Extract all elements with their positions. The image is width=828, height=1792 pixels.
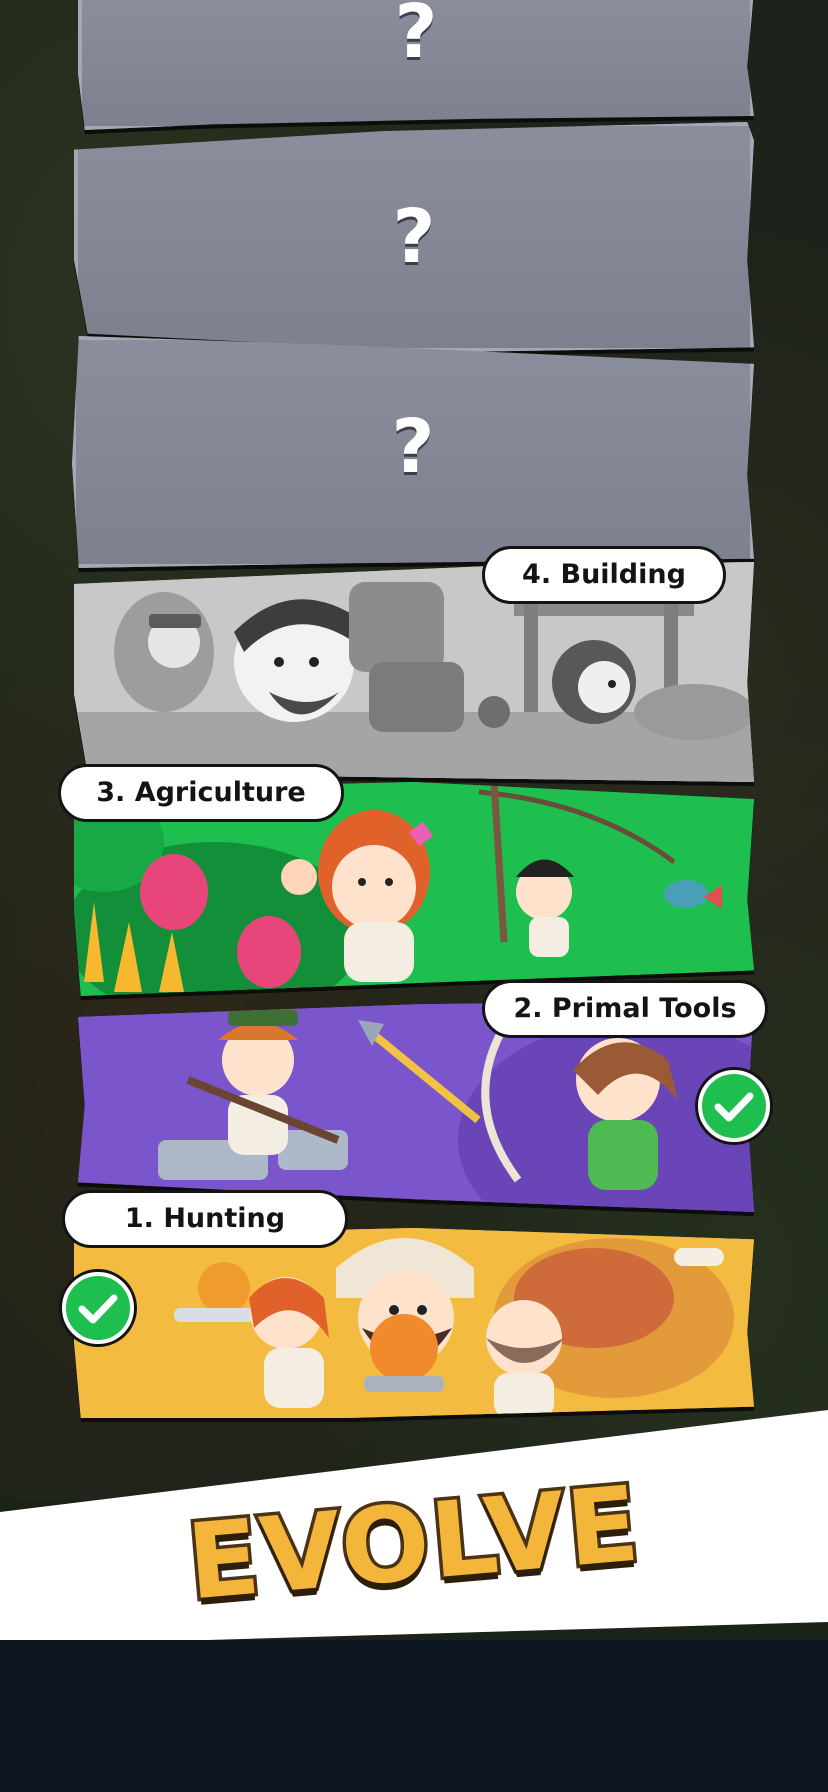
- locked-era-slab-6[interactable]: ?: [74, 122, 754, 352]
- checkmark-icon: [714, 1092, 754, 1122]
- checkmark-icon: [78, 1294, 118, 1324]
- primal-tools-completed-badge: [698, 1070, 770, 1142]
- hunting-completed-badge: [62, 1272, 134, 1344]
- evolve-banner: EVOLVE: [0, 1400, 828, 1660]
- era-label-primal-tools: 2. Primal Tools: [482, 980, 768, 1038]
- locked-era-slab-7[interactable]: ?: [78, 0, 754, 130]
- question-mark-icon: ?: [394, 0, 438, 75]
- era-slab-hunting[interactable]: [74, 1228, 754, 1418]
- era-label-agriculture: 3. Agriculture: [58, 764, 344, 822]
- era-label-hunting: 1. Hunting: [62, 1190, 348, 1248]
- hunting-era-illustration: [74, 1228, 754, 1418]
- question-mark-icon: ?: [391, 404, 435, 491]
- question-mark-icon: ?: [392, 194, 436, 280]
- locked-era-slab-5[interactable]: ?: [72, 336, 754, 568]
- era-label-building: 4. Building: [482, 546, 726, 604]
- evolution-screen: ? ? ? 4. Building 3. Agriculture 2. Prim…: [0, 0, 828, 1792]
- bottom-bar: [0, 1640, 828, 1792]
